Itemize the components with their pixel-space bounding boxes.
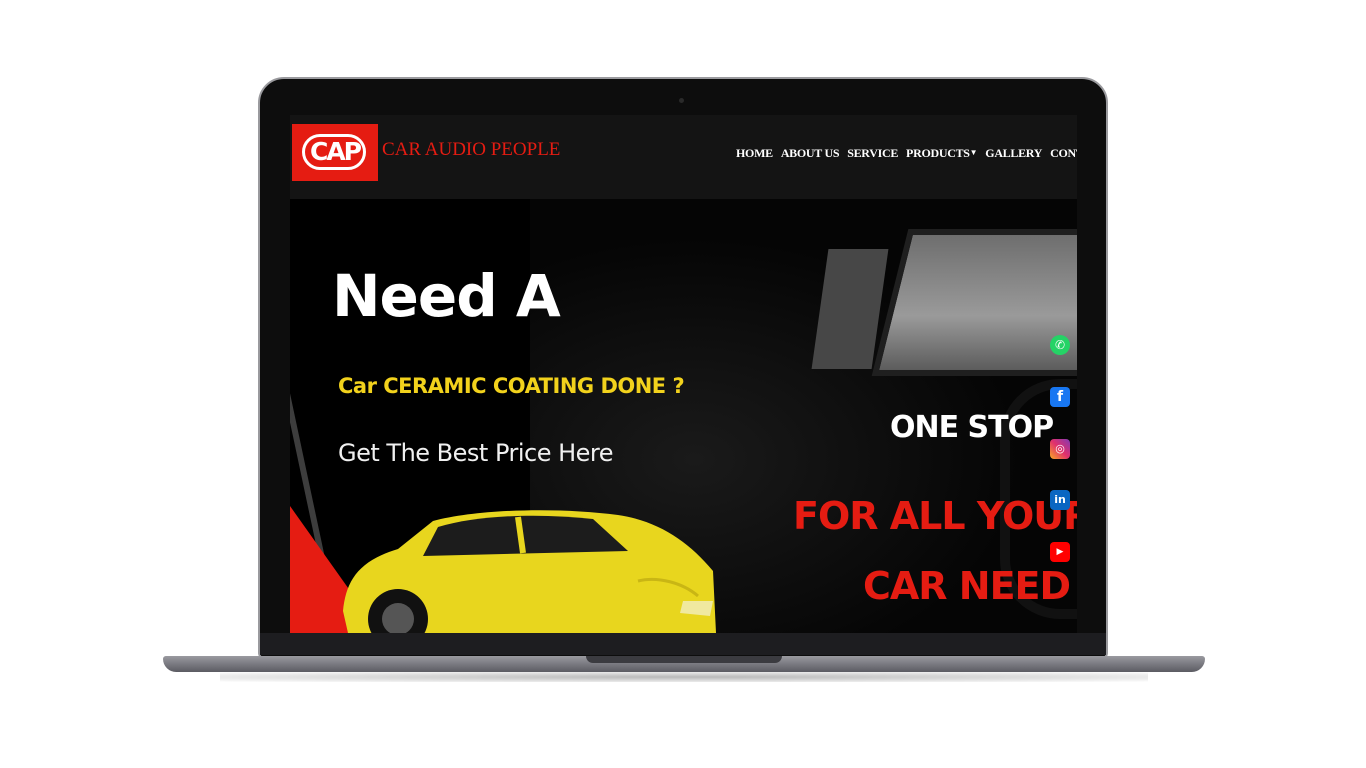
facebook-icon[interactable]: f [1050,387,1070,407]
hero-tagline: Get The Best Price Here [338,439,614,467]
nav-home[interactable]: HOME [736,146,773,161]
nav-gallery[interactable]: GALLERY [985,146,1042,161]
website-screen: CAP CAR AUDIO PEOPLE HOME ABOUT US SERVI… [290,115,1077,633]
instagram-icon[interactable]: ◎ [1050,439,1070,459]
brand-name[interactable]: CAR AUDIO PEOPLE [382,139,560,161]
linkedin-icon[interactable]: in [1050,490,1070,510]
for-all-your-text: FOR ALL YOUR [793,494,1077,538]
logo-text: CAP [309,137,362,166]
camera-icon [679,98,684,103]
car-need-text: CAR NEED [863,564,1071,608]
logo[interactable]: CAP [292,124,378,181]
hero-banner: Need A Car CERAMIC COATING DONE ? Get Th… [290,199,1077,633]
nav-service[interactable]: SERVICE [847,146,898,161]
one-stop-text: ONE STOP [890,410,1054,445]
whatsapp-icon[interactable]: ✆ [1050,335,1070,355]
hero-subheadline: Car CERAMIC COATING DONE ? [338,374,685,398]
laptop-mockup: CAP CAR AUDIO PEOPLE HOME ABOUT US SERVI… [0,0,1366,768]
nav-products-label: PRODUCTS [906,146,970,160]
laptop-shadow [220,672,1148,682]
hero-headline: Need A [332,262,561,330]
laptop-notch [586,656,782,663]
caret-down-icon: ▼ [969,148,978,157]
nav-products[interactable]: PRODUCTS▼ [906,146,978,161]
nav-about-us[interactable]: ABOUT US [781,146,840,161]
site-header: CAP CAR AUDIO PEOPLE HOME ABOUT US SERVI… [290,115,1077,199]
main-nav: HOME ABOUT US SERVICE PRODUCTS▼ GALLERY … [736,146,1077,161]
youtube-icon[interactable]: ▶ [1050,542,1070,562]
screen-bottom-bezel [260,633,1106,655]
yellow-car-image [343,510,716,633]
nav-contact[interactable]: CONTACT [1050,146,1077,161]
car-window [871,229,1077,376]
